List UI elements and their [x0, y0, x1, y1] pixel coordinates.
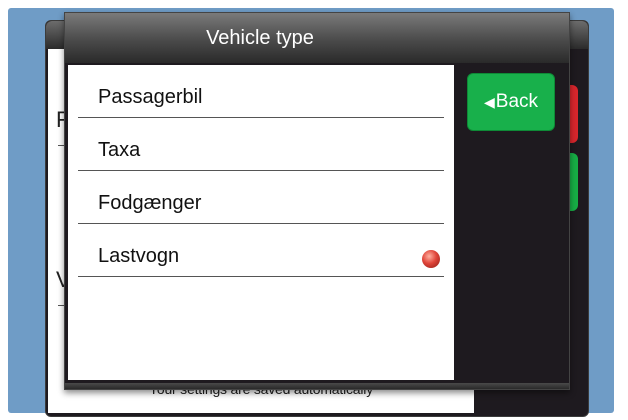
dialog-bottom-bar	[65, 383, 569, 389]
list-item-label: Taxa	[98, 139, 141, 161]
list-item-taxa[interactable]: Taxa	[78, 118, 444, 171]
list-item-label: Passagerbil	[98, 86, 203, 108]
dialog-header: Vehicle type	[65, 13, 569, 63]
list-item-passagerbil[interactable]: Passagerbil	[78, 65, 444, 118]
back-button[interactable]: ◀ Back	[467, 73, 555, 131]
left-triangle-icon: ◀	[483, 93, 495, 110]
vehicle-type-list: Passagerbil Taxa Fodgænger Lastvogn	[68, 65, 454, 380]
list-item-label: Lastvogn	[98, 245, 180, 267]
vehicle-type-dialog: Vehicle type Passagerbil Taxa Fodgænger …	[64, 12, 570, 390]
back-button-label: Back	[495, 91, 539, 112]
list-item-fodgaenger[interactable]: Fodgænger	[78, 171, 444, 224]
list-item-label: Fodgænger	[98, 192, 202, 214]
selected-indicator-icon	[422, 250, 440, 268]
list-item-lastvogn[interactable]: Lastvogn	[78, 224, 444, 277]
dialog-title: Vehicle type	[206, 27, 314, 49]
